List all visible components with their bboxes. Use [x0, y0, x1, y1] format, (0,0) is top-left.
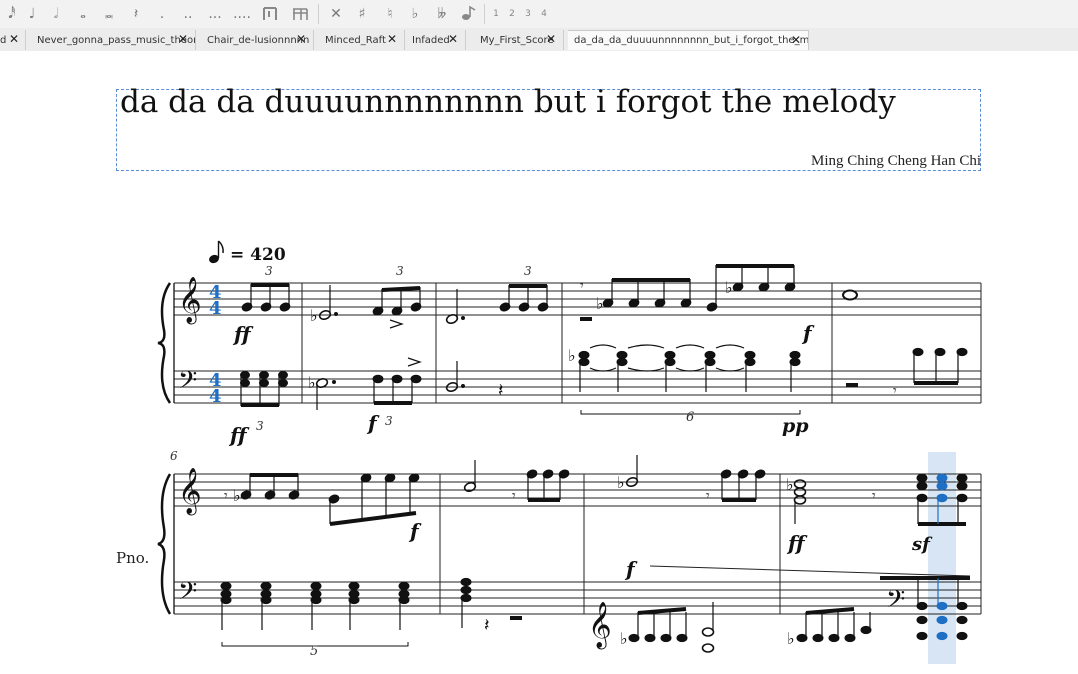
tab-minced-raft[interactable]: Minced_Raft ✕ [319, 30, 405, 50]
quarter-note-button[interactable]: ♩ [22, 3, 42, 25]
tab-label: Chair_de-lusionnnnn [207, 34, 310, 46]
close-icon[interactable]: ✕ [296, 32, 306, 46]
sharp-button[interactable]: ♯ [352, 3, 372, 25]
tab-label: Infaded [412, 34, 450, 46]
tab-infaded[interactable]: Infaded ✕ [406, 30, 466, 50]
tab-da-da-da-duuuunnnnnnnn[interactable]: da_da_da_duuuunnnnnnnn_but_i_forgot_the_… [568, 30, 809, 50]
close-icon[interactable]: ✕ [448, 32, 458, 46]
score-title[interactable]: da da da duuuunnnnnnnn but i forgot the … [120, 84, 896, 120]
breve-button[interactable]: 𝅜 [99, 3, 119, 25]
tab-d[interactable]: d ✕ [0, 30, 26, 50]
close-icon[interactable]: ✕ [791, 33, 801, 47]
tab-label: d [0, 34, 7, 46]
half-note-button[interactable]: 𝅗𝅥 [46, 3, 66, 25]
composer-text[interactable]: Ming Ching Cheng Han Chi [811, 153, 981, 170]
tab-chair-de-lusionnnnn[interactable]: Chair_de-lusionnnnn ✕ [201, 30, 314, 50]
voice-4-button[interactable]: 4 [534, 3, 554, 25]
close-icon[interactable]: ✕ [387, 32, 397, 46]
rest-button[interactable]: 𝄽 [126, 3, 146, 25]
triple-dot-button[interactable]: ... [205, 3, 225, 25]
tab-label: Never_gonna_pass_music_theory [37, 34, 196, 46]
double-sharp-button[interactable]: ✕ [326, 3, 346, 25]
close-icon[interactable]: ✕ [546, 32, 556, 46]
score-tab-bar: d ✕ Never_gonna_pass_music_theory ✕ Chai… [0, 28, 1078, 52]
close-icon[interactable]: ✕ [178, 32, 188, 46]
quadruple-dot-button[interactable]: .... [232, 3, 252, 25]
flat-button[interactable]: ♭ [405, 3, 425, 25]
tab-label: Minced_Raft [325, 34, 386, 46]
beam-tie-icon[interactable] [260, 3, 280, 25]
tab-label: My_First_Score [480, 34, 554, 46]
flip-direction-icon[interactable] [459, 3, 479, 25]
natural-button[interactable]: ♮ [380, 3, 400, 25]
beam-mode-icon[interactable] [290, 3, 310, 25]
sixteenth-note-button[interactable]: 𝅘𝅥𝅰 [2, 3, 22, 25]
tab-never-gonna-pass-music-theory[interactable]: Never_gonna_pass_music_theory ✕ [31, 30, 196, 50]
double-flat-button[interactable]: 𝄫 [432, 3, 452, 25]
note-input-palette: 𝅘𝅥𝅰 ♩ 𝅗𝅥 𝅝 𝅜 𝄽 . .. ... .... ✕ ♯ ♮ ♭ 𝄫 1… [0, 0, 1078, 29]
tab-label: da_da_da_duuuunnnnnnnn_but_i_forgot_the_… [574, 35, 809, 46]
augmentation-dot-button[interactable]: . [152, 3, 172, 25]
close-icon[interactable]: ✕ [9, 32, 19, 46]
tab-my-first-score[interactable]: My_First_Score ✕ [474, 30, 564, 50]
double-dot-button[interactable]: .. [178, 3, 198, 25]
whole-note-button[interactable]: 𝅝 [73, 3, 93, 25]
